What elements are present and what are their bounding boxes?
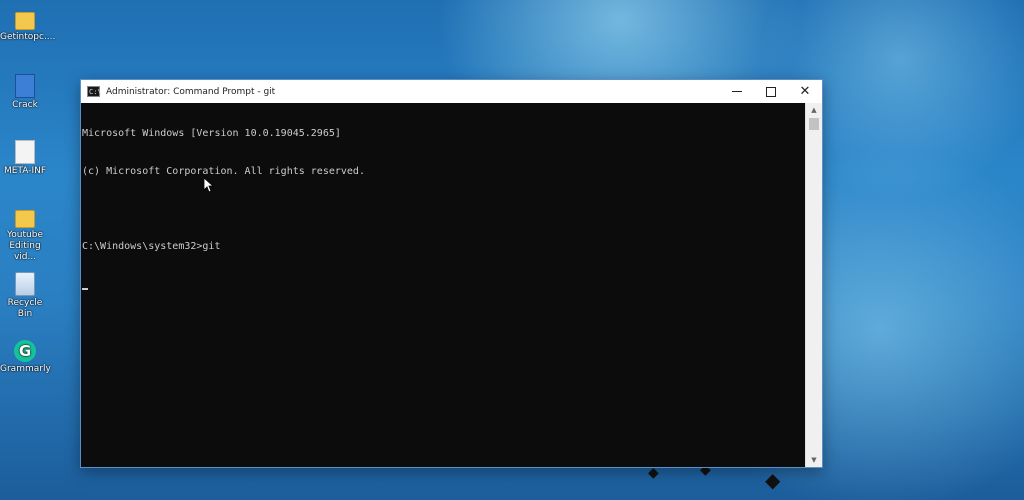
desktop-icon-getintopc[interactable]: Getintopc.... (0, 8, 55, 43)
title-bar[interactable]: C:\ Administrator: Command Prompt - git … (81, 80, 822, 103)
desktop-icon-youtube-editing[interactable]: Youtube Editing vid... (0, 206, 50, 263)
desktop-icon-label: Crack (12, 100, 38, 110)
desktop-icon-label: Youtube Editing vid... (7, 230, 43, 262)
scroll-down-arrow-icon[interactable]: ▼ (806, 453, 822, 467)
desktop-icon-meta-inf[interactable]: META-INF (0, 140, 50, 177)
console-line: Microsoft Windows [Version 10.0.19045.29… (82, 128, 341, 139)
desktop-icon-crack[interactable]: Crack (0, 74, 50, 111)
desktop-icon-recycle-bin[interactable]: Recycle Bin (0, 272, 50, 320)
desktop-icon-label: META-INF (3, 166, 47, 176)
recycle-bin-icon (15, 272, 35, 296)
minimize-button[interactable] (720, 80, 754, 103)
exe-icon (15, 74, 35, 98)
maximize-button[interactable] (754, 80, 788, 103)
close-button[interactable]: ✕ (788, 80, 822, 103)
console-line: (c) Microsoft Corporation. All rights re… (82, 165, 365, 177)
text-cursor (82, 287, 88, 290)
console-cursor-line (82, 278, 806, 291)
vertical-scrollbar[interactable]: ▲ ▼ (805, 103, 822, 467)
command-prompt-icon: C:\ (87, 86, 102, 97)
close-icon: ✕ (799, 84, 811, 99)
mouse-pointer-icon (204, 178, 214, 193)
folder-icon (15, 12, 35, 30)
desktop-icon-grammarly[interactable]: G Grammarly (0, 340, 51, 375)
maximize-icon (766, 86, 776, 97)
minimize-icon (732, 91, 742, 92)
folder-icon (15, 210, 35, 228)
scroll-up-arrow-icon[interactable]: ▲ (806, 103, 822, 117)
console-output[interactable]: Microsoft Windows [Version 10.0.19045.29… (81, 103, 806, 467)
window-controls: ✕ (720, 80, 822, 103)
desktop-icon-label: Getintopc.... (0, 32, 56, 42)
desktop-icon-label: Grammarly (0, 364, 51, 374)
window-title: Administrator: Command Prompt - git (106, 86, 276, 97)
console-line: C:\Windows\system32>git (82, 240, 221, 252)
scroll-thumb[interactable] (809, 118, 819, 130)
desktop-icon-label: Recycle Bin (7, 298, 43, 319)
grammarly-icon: G (14, 340, 36, 362)
file-icon (15, 140, 35, 164)
fish-decoration-icon: ◆ (765, 468, 781, 492)
command-prompt-window[interactable]: C:\ Administrator: Command Prompt - git … (80, 79, 823, 468)
